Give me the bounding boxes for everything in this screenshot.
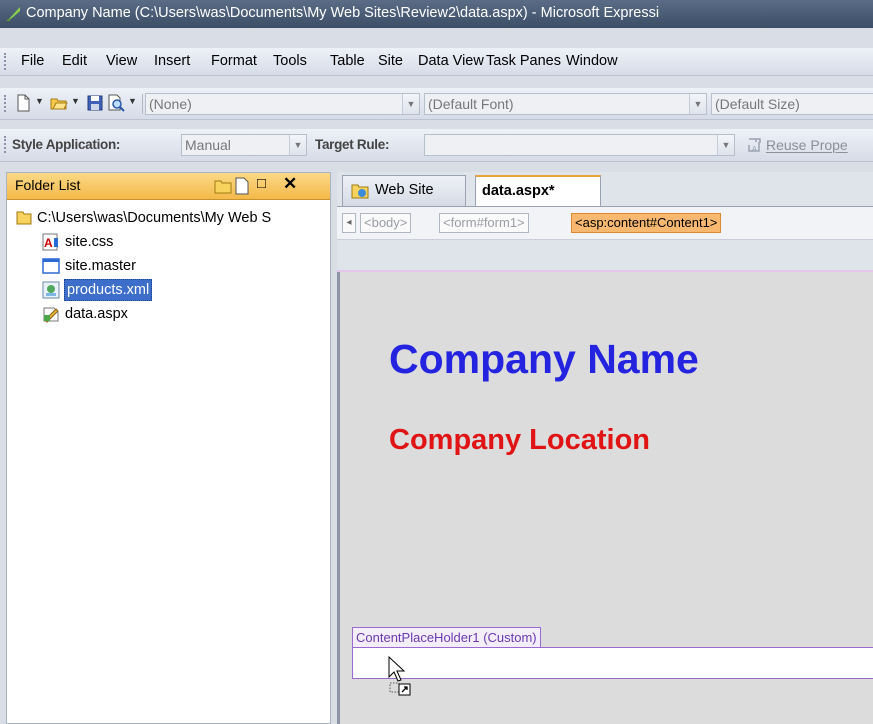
editor-area: Web Site data.aspx* ◂ <body> <form#form1…: [337, 172, 873, 724]
title-bar: Company Name (C:\Users\was\Documents\My …: [0, 0, 873, 28]
tab-data-aspx[interactable]: data.aspx*: [475, 175, 601, 207]
folder-list-header: Folder List □ ✕: [7, 173, 330, 200]
design-canvas[interactable]: Company Name Company Location ContentPla…: [337, 270, 873, 724]
new-file-icon[interactable]: [235, 177, 249, 195]
target-rule-label: Target Rule:: [315, 137, 390, 152]
save-icon[interactable]: [86, 94, 104, 112]
page-subheading: Company Location: [389, 424, 651, 456]
font-combo[interactable]: (Default Font) ▼: [424, 93, 707, 115]
size-combo-value: (Default Size): [715, 96, 800, 112]
menu-tools[interactable]: Tools: [273, 48, 307, 74]
common-toolbar: ▼ ▼ ▼ (None) ▼ (Default Font) ▼ (Default…: [0, 88, 873, 120]
quicktag-scroll-left-icon[interactable]: ◂: [342, 213, 356, 233]
tab-data-aspx-label: data.aspx*: [482, 183, 555, 199]
drag-cursor-icon: [388, 656, 411, 696]
root-folder-path[interactable]: C:\Users\was\Documents\My Web S: [37, 207, 271, 229]
style-application-arrow-icon[interactable]: ▼: [289, 135, 306, 155]
folder-list-title: Folder List: [15, 177, 81, 193]
close-panel-icon[interactable]: ✕: [283, 174, 297, 194]
root-folder-icon: [16, 211, 32, 225]
style-application-value: Manual: [185, 137, 231, 153]
content-placeholder-region[interactable]: [352, 647, 873, 679]
folder-view-icon[interactable]: [214, 178, 232, 194]
open-dropdown-arrow-icon[interactable]: ▼: [71, 96, 80, 106]
new-dropdown-arrow-icon[interactable]: ▼: [35, 96, 44, 106]
menu-table[interactable]: Table: [330, 48, 365, 74]
new-page-icon[interactable]: [14, 94, 32, 112]
quicktag-form[interactable]: <form#form1>: [439, 213, 529, 233]
menu-grip[interactable]: [4, 53, 9, 70]
css-file-icon: A: [42, 233, 58, 251]
tab-web-site-label: Web Site: [375, 182, 434, 198]
style-application-label: Style Application:: [12, 137, 121, 152]
menu-view[interactable]: View: [106, 48, 137, 74]
style-application-combo[interactable]: Manual ▼: [181, 134, 307, 156]
menu-data-view[interactable]: Data View: [418, 48, 484, 74]
canvas-top-border: [337, 270, 873, 272]
preview-icon[interactable]: [107, 94, 125, 112]
quicktag-body[interactable]: <body>: [360, 213, 412, 233]
xml-file-icon: [42, 281, 60, 299]
style-combo[interactable]: (None) ▼: [145, 93, 420, 115]
preview-dropdown-arrow-icon[interactable]: ▼: [128, 96, 137, 106]
folder-list-panel: Folder List □ ✕ C:\Users\was\Documents\M…: [6, 172, 331, 724]
menu-insert[interactable]: Insert: [154, 48, 190, 74]
master-page-icon: [42, 258, 60, 274]
reuse-properties-button[interactable]: Reuse Prope: [766, 137, 848, 153]
style-application-toolbar: Style Application: Manual ▼ Target Rule:…: [0, 129, 873, 162]
style-combo-value: (None): [149, 96, 192, 112]
font-combo-arrow-icon[interactable]: ▼: [689, 94, 706, 114]
expression-web-logo-icon: [6, 7, 20, 21]
target-rule-arrow-icon[interactable]: ▼: [717, 135, 734, 155]
page-heading: Company Name: [389, 336, 699, 382]
file-site-master[interactable]: site.master: [65, 255, 136, 277]
size-combo[interactable]: (Default Size): [711, 93, 873, 115]
svg-text:A: A: [44, 236, 53, 250]
tab-web-site[interactable]: Web Site: [342, 175, 466, 206]
font-combo-value: (Default Font): [428, 96, 514, 112]
svg-text:A: A: [752, 146, 757, 153]
file-data-aspx[interactable]: data.aspx: [65, 303, 128, 325]
menu-bar: File Edit View Insert Format Tools Table…: [0, 48, 873, 76]
maximize-panel-icon[interactable]: □: [257, 175, 266, 192]
style-combo-arrow-icon[interactable]: ▼: [402, 94, 419, 114]
open-folder-icon[interactable]: [50, 94, 68, 112]
menu-edit[interactable]: Edit: [62, 48, 87, 74]
toolbar-grip[interactable]: [4, 95, 9, 112]
aspx-file-icon: [43, 307, 59, 323]
file-products-xml[interactable]: products.xml: [64, 279, 153, 301]
content-placeholder-label: ContentPlaceHolder1 (Custom): [352, 627, 541, 648]
quick-tag-selector: ◂ <body> <form#form1> <asp:content#Conte…: [337, 206, 873, 240]
style-toolbar-grip[interactable]: [4, 136, 9, 153]
target-rule-combo[interactable]: ▼: [424, 134, 735, 156]
menu-format[interactable]: Format: [211, 48, 257, 74]
toolbar-separator: [142, 94, 143, 114]
window-title: Company Name (C:\Users\was\Documents\My …: [26, 5, 660, 21]
menu-site[interactable]: Site: [378, 48, 403, 74]
menu-task-panes[interactable]: Task Panes: [486, 48, 561, 74]
file-site-css[interactable]: site.css: [65, 231, 113, 253]
web-site-icon: [351, 184, 369, 199]
menu-window[interactable]: Window: [566, 48, 618, 74]
reuse-properties-icon[interactable]: A: [746, 136, 764, 154]
menu-file[interactable]: File: [21, 48, 44, 74]
quicktag-asp-content[interactable]: <asp:content#Content1>: [571, 213, 722, 233]
